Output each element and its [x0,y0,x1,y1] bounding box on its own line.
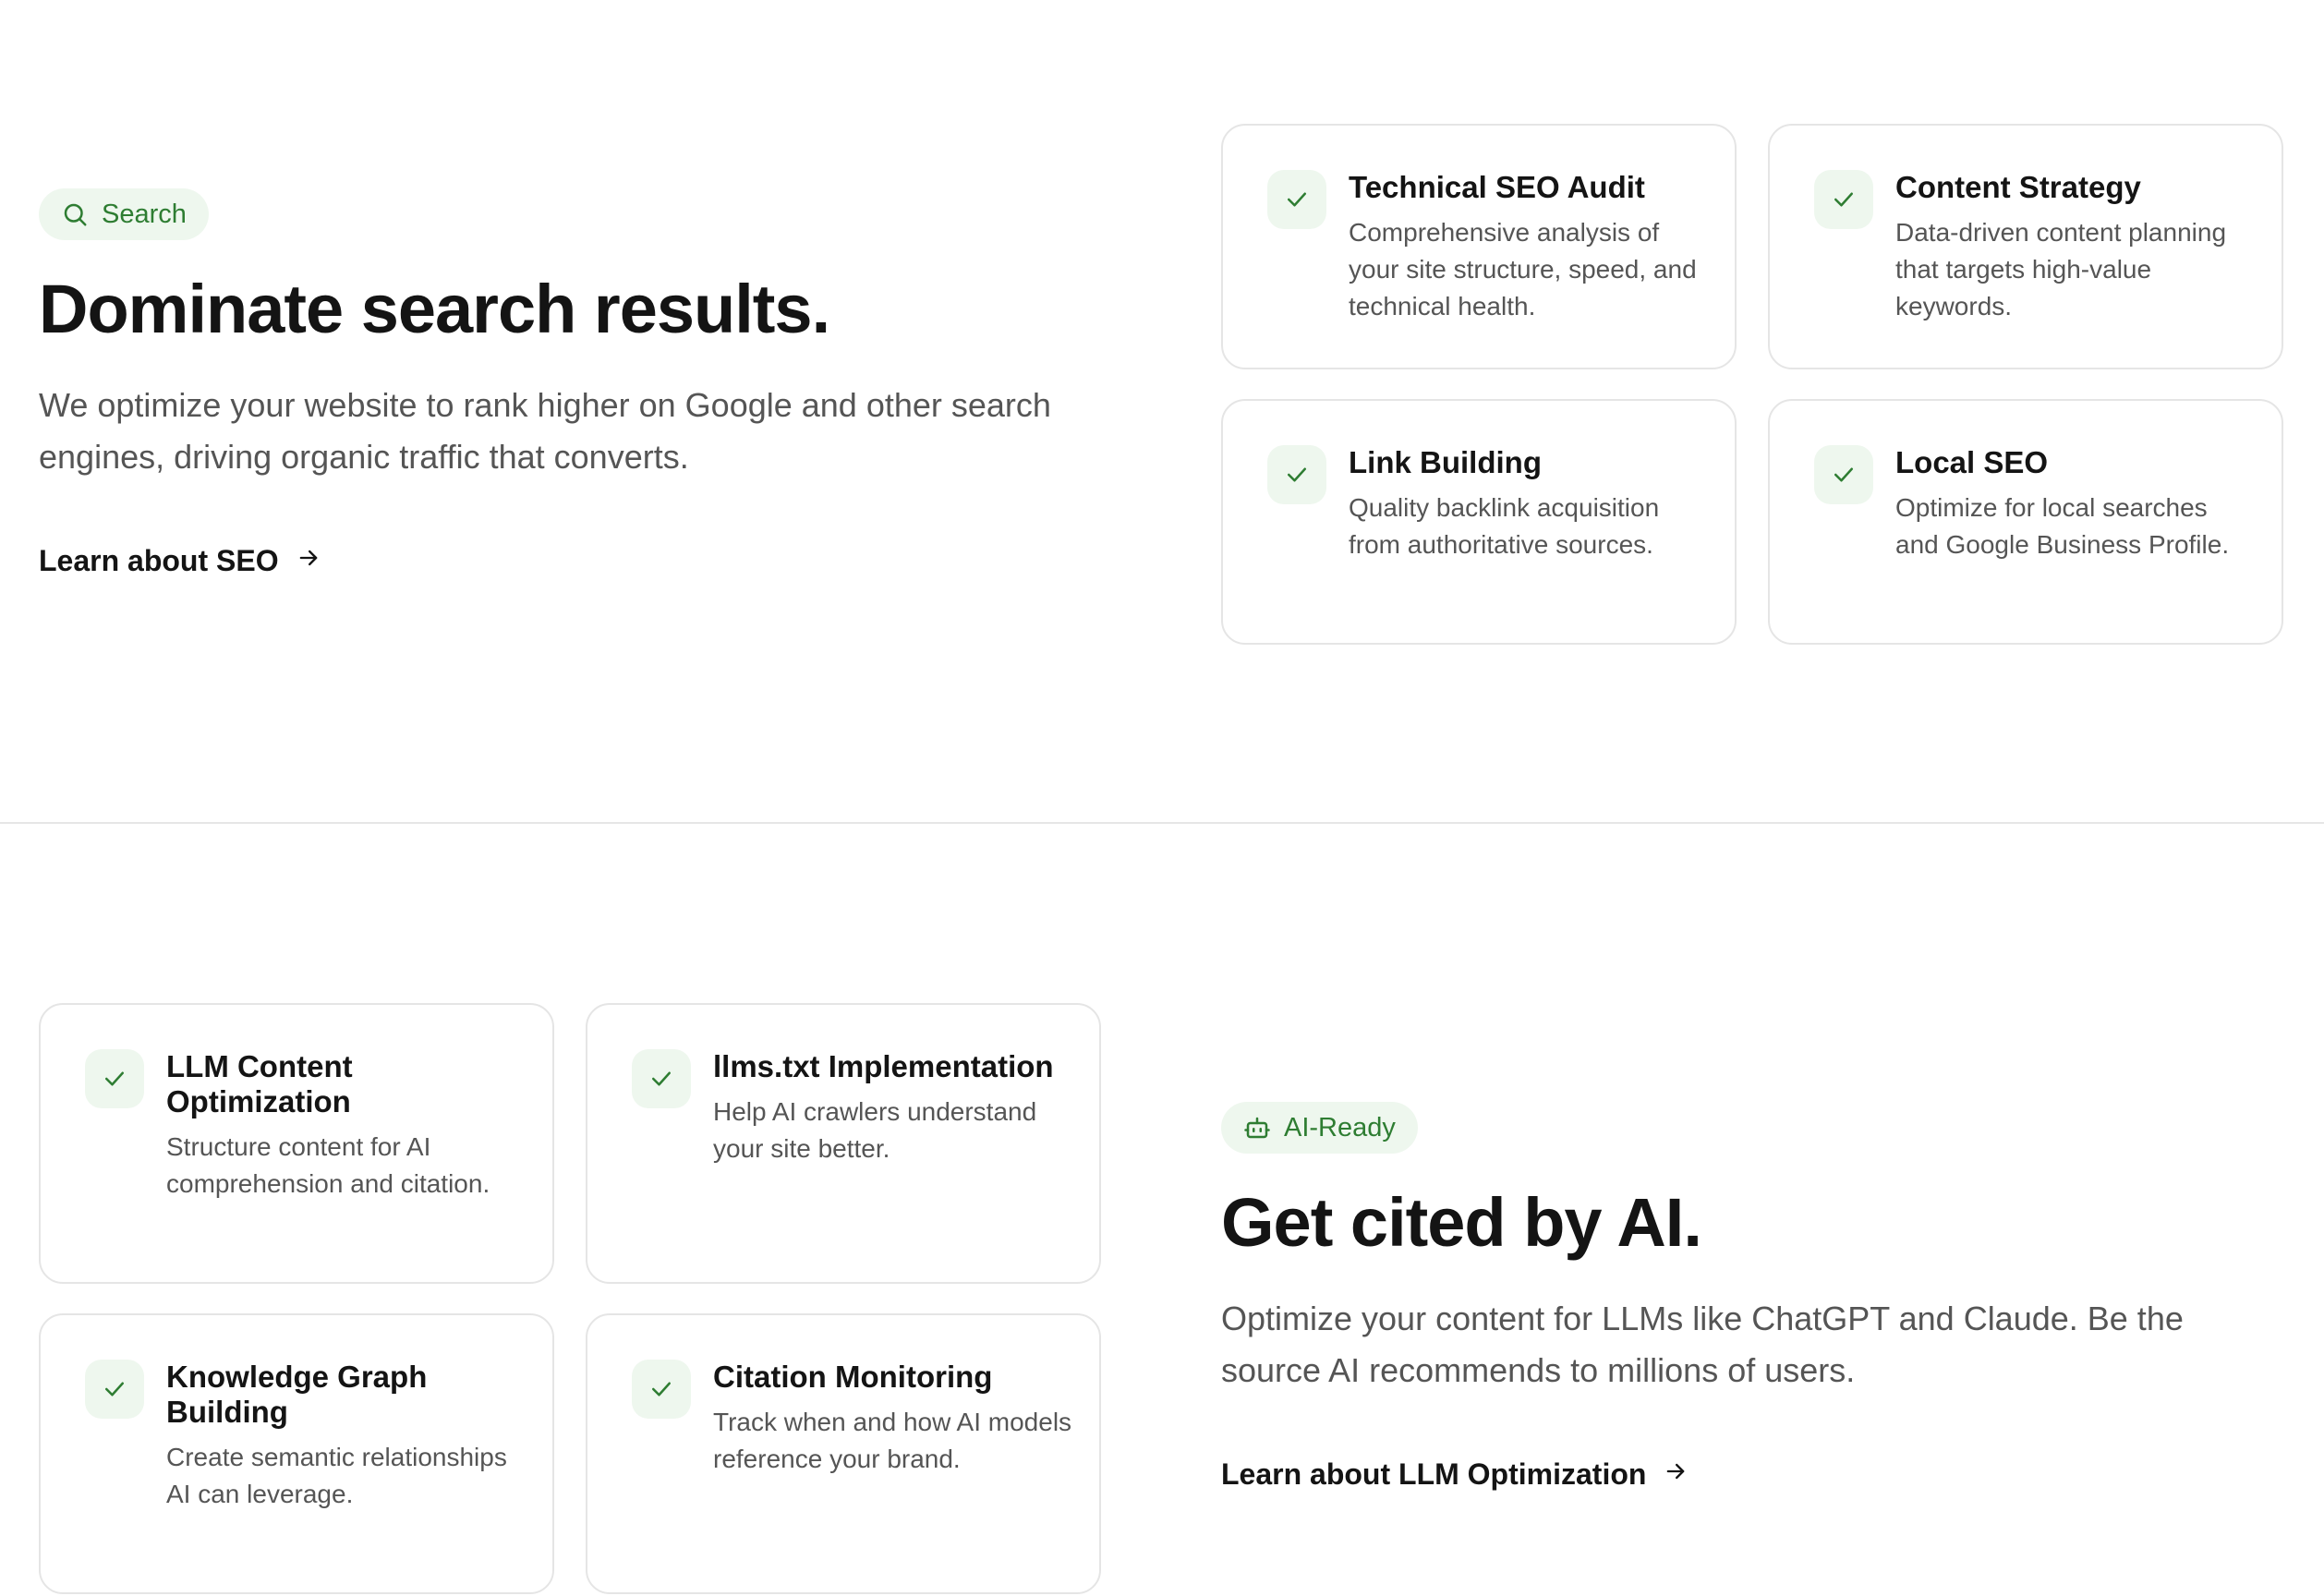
learn-about-seo-link[interactable]: Learn about SEO [39,544,321,578]
check-icon [632,1360,691,1419]
check-icon [1814,445,1873,504]
arrow-right-icon [296,544,321,578]
card-title: Knowledge Graph Building [166,1360,428,1429]
card-description: Comprehensive analysis of your site stru… [1349,218,1697,320]
card-description: Data-driven content planning that target… [1895,218,2227,320]
check-icon [85,1049,144,1108]
feature-card: Technical SEO Audit Comprehensive analys… [1221,124,1737,369]
robot-icon [1243,1114,1271,1142]
llm-intro: AI-Ready Get cited by AI. Optimize your … [1221,1102,2311,1492]
card-description: Create semantic relationships AI can lev… [166,1443,507,1508]
search-badge: Search [39,188,209,240]
check-icon [1267,445,1326,504]
seo-lead: We optimize your website to rank higher … [39,386,1051,477]
llm-lead: Optimize your content for LLMs like Chat… [1221,1300,2184,1390]
card-description: Help AI crawlers understand your site be… [713,1097,1037,1163]
feature-card: llms.txt Implementation Help AI crawlers… [586,1003,1101,1284]
seo-intro: Search Dominate search results. We optim… [39,188,1129,578]
card-title: Content Strategy [1895,170,2141,204]
card-title: Local SEO [1895,445,2049,479]
check-icon [632,1049,691,1108]
card-title: Link Building [1349,445,1542,479]
card-description: Track when and how AI models reference y… [713,1408,1072,1473]
learn-about-llm-optimization-link[interactable]: Learn about LLM Optimization [1221,1457,1689,1492]
feature-card: Link Building Quality backlink acquisiti… [1221,399,1737,645]
card-description: Structure content for AI comprehension a… [166,1132,490,1198]
badge-label: AI-Ready [1284,1112,1396,1143]
feature-card: Content Strategy Data-driven content pla… [1768,124,2283,369]
link-label: Learn about LLM Optimization [1221,1457,1647,1492]
card-description: Optimize for local searches and Google B… [1895,493,2230,559]
check-icon [85,1360,144,1419]
card-title: Citation Monitoring [713,1360,993,1394]
feature-card: LLM Content Optimization Structure conte… [39,1003,554,1284]
search-icon [61,200,89,228]
arrow-right-icon [1663,1457,1689,1492]
llm-section: LLM Content Optimization Structure conte… [0,824,2324,1596]
seo-section: Search Dominate search results. We optim… [0,0,2324,822]
feature-card: Citation Monitoring Track when and how A… [586,1313,1101,1594]
card-description: Quality backlink acquisition from author… [1349,493,1660,559]
card-title: llms.txt Implementation [713,1049,1054,1083]
ai-ready-badge: AI-Ready [1221,1102,1418,1154]
check-icon [1267,170,1326,229]
seo-headline: Dominate search results. [39,271,830,347]
feature-card: Knowledge Graph Building Create semantic… [39,1313,554,1594]
link-label: Learn about SEO [39,544,279,578]
check-icon [1814,170,1873,229]
feature-card: Local SEO Optimize for local searches an… [1768,399,2283,645]
badge-label: Search [102,199,187,229]
card-title: LLM Content Optimization [166,1049,353,1118]
llm-headline: Get cited by AI. [1221,1184,1702,1261]
card-title: Technical SEO Audit [1349,170,1645,204]
